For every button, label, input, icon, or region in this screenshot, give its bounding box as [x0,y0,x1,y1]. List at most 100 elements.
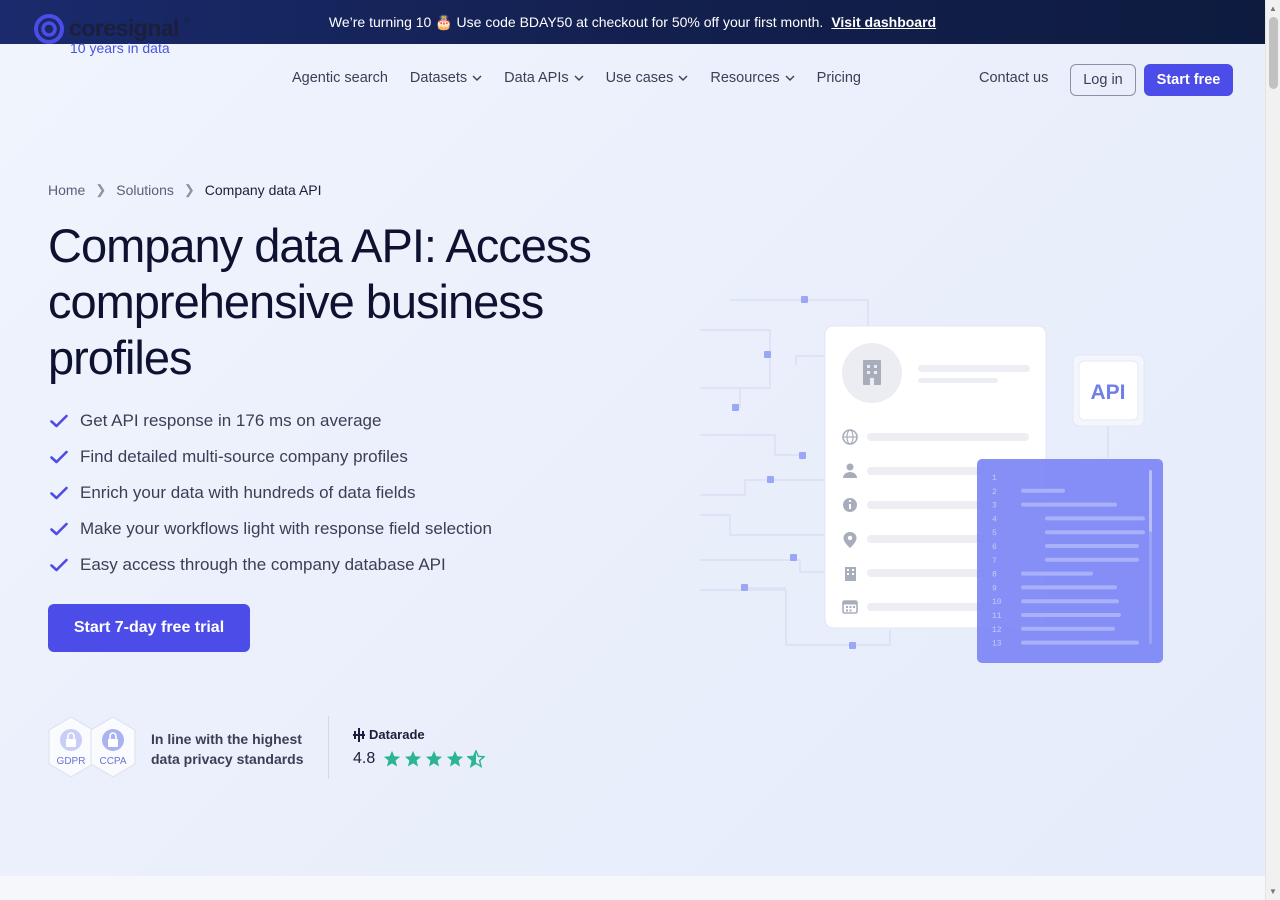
ccpa-label: CCPA [99,756,127,767]
checkmark-icon [50,558,68,572]
page-scrollbar[interactable]: ▲ ▼ [1265,0,1280,900]
code-line [1021,488,1065,493]
promo-text: We’re turning 10 🎂 Use code BDAY50 at ch… [328,13,824,30]
feature-text: Enrich your data with hundreds of data f… [80,483,416,502]
breadcrumb-current: Company data API [204,182,322,198]
ccpa-badge: CCPA [90,716,136,778]
code-line-number: 12 [992,626,1002,635]
nav-item-label: Agentic search [292,70,388,86]
info-icon [843,498,857,512]
star-icon [447,750,464,767]
feature-text: Get API response in 176 ms on average [80,411,382,430]
rating-stars [383,750,486,768]
code-line [1045,557,1139,562]
chevron-down-icon [678,75,688,81]
start-trial-button[interactable]: Start 7-day free trial [48,604,250,652]
code-line-number: 1 [992,474,997,483]
start-free-button[interactable]: Start free [1144,64,1233,96]
chevron-right-icon: ❯ [183,182,195,197]
code-line-number: 5 [992,529,997,538]
star-icon [405,750,422,767]
nav-item-label: Datasets [409,70,468,86]
code-line [1045,530,1145,535]
gdpr-shield-icon [48,716,94,778]
code-line-number: 13 [992,640,1002,649]
office-icon [845,567,856,581]
nav-item-label: Pricing [816,70,861,86]
code-line-number: 3 [992,502,997,511]
chevron-down-icon [785,75,795,81]
next-section-edge [0,876,1265,900]
nav-item-datasets[interactable]: Datasets [410,70,482,86]
registered-mark: ® [184,15,191,25]
main-nav: Agentic search Datasets Data APIs Use cases… [292,70,861,86]
api-label: API [1090,381,1125,404]
code-line-number: 11 [992,612,1002,621]
scroll-down-arrow-icon[interactable]: ▼ [1269,887,1277,896]
checkmark-icon [50,486,68,500]
contact-us-link[interactable]: Contact us [979,70,1048,86]
logo-wordmark: coresignal [69,14,180,41]
feature-list: Get API response in 176 ms on average Fin… [50,403,492,583]
page-title: Company data API: Access comprehensive b… [48,219,592,384]
code-line [1021,613,1121,617]
nav-item-use-cases[interactable]: Use cases [606,70,689,86]
feature-list-item: Find detailed multi-source company profi… [50,439,492,475]
code-line-number: 10 [992,598,1002,607]
nav-item-pricing[interactable]: Pricing [817,70,861,86]
compliance-badges: GDPR CCPA [48,716,136,778]
datarade-icon [353,727,365,742]
visit-dashboard-link[interactable]: Visit dashboard [831,14,936,30]
chevron-right-icon: ❯ [95,182,107,197]
feature-text: Make your workflows light with response … [80,519,492,538]
logo-tagline: 10 years in data [70,40,170,56]
feature-list-item: Enrich your data with hundreds of data f… [50,475,492,511]
rating-value: 4.8 [353,750,376,767]
chevron-down-icon [574,75,584,81]
checkmark-icon [50,450,68,464]
star-icon [384,750,401,767]
api-illustration: API 12345678910111213 [700,296,1163,663]
code-line [1045,544,1139,548]
nav-item-resources[interactable]: Resources [710,70,795,86]
privacy-text: In line with the highest data privacy st… [151,731,304,767]
feature-text: Easy access through the company database… [80,555,446,574]
scrollbar-thumb[interactable] [1269,17,1278,89]
code-line-number: 6 [992,543,997,552]
feature-text: Find detailed multi-source company profi… [80,447,408,466]
code-line [1021,626,1115,631]
chevron-down-icon [472,75,482,81]
datarade-name: Datarade [369,727,425,742]
api-badge: API [1072,354,1145,458]
half-star-icon [467,750,486,768]
logo-mark-icon [34,14,64,44]
breadcrumb-home[interactable]: Home [48,182,85,198]
json-response-panel: 12345678910111213 [977,459,1163,663]
coresignal-logo[interactable]: coresignal ® 10 years in data [33,12,191,56]
log-in-button[interactable]: Log in [1070,64,1136,96]
code-line-number: 4 [992,515,997,524]
nav-item-agentic-search[interactable]: Agentic search [292,70,388,86]
checkmark-icon [50,414,68,428]
nav-item-label: Resources [710,70,780,86]
code-line-number: 2 [992,488,997,497]
breadcrumb: Home ❯ Solutions ❯ Company data API [48,182,322,198]
code-line-number: 7 [992,557,997,566]
scroll-up-arrow-icon[interactable]: ▲ [1269,4,1277,13]
code-line [1021,599,1119,604]
nav-item-label: Data APIs [504,70,569,86]
code-line-number: 8 [992,571,997,580]
code-line [1021,502,1117,507]
feature-list-item: Get API response in 176 ms on average [50,403,492,439]
gdpr-label: GDPR [56,756,86,767]
breadcrumb-solutions[interactable]: Solutions [116,182,174,198]
code-line [1021,585,1117,590]
star-icon [426,750,443,767]
code-line-number: 9 [992,584,997,593]
datarade-rating: 4.8 [353,750,486,768]
code-line [1021,640,1139,645]
divider [328,716,329,779]
code-line [1021,571,1093,576]
code-line [1045,516,1145,521]
nav-item-data-apis[interactable]: Data APIs [504,70,584,86]
